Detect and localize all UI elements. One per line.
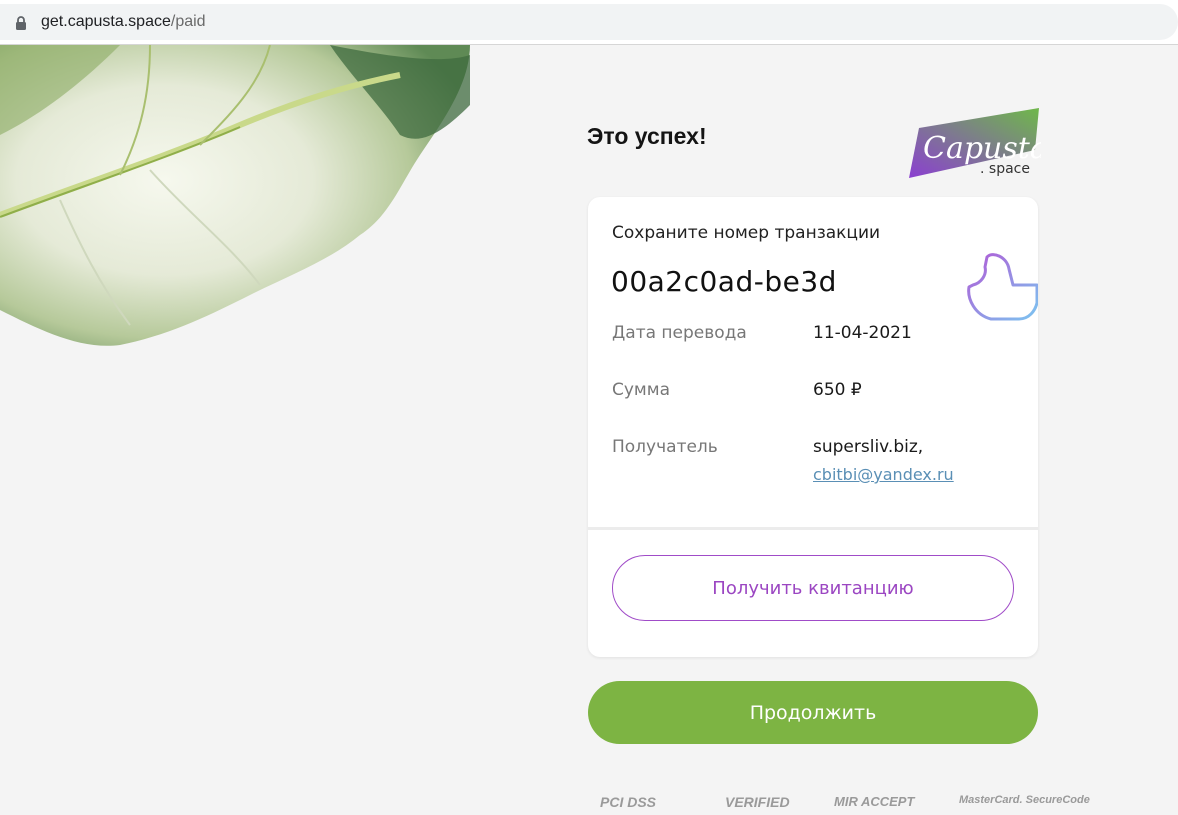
lock-icon[interactable]: [14, 15, 28, 31]
mastercard-securecode-badge: MasterCard. SecureCode: [959, 794, 1090, 806]
url-field[interactable]: get.capusta.space/paid: [0, 4, 1178, 40]
mir-accept-badge: MIR ACCEPT: [834, 794, 915, 809]
get-receipt-button[interactable]: Получить квитанцию: [612, 555, 1014, 621]
page-title: Это успех!: [587, 123, 707, 149]
thumbs-up-icon: [967, 253, 1038, 321]
url-path: /paid: [170, 13, 206, 30]
save-transaction-label: Сохраните номер транзакции: [612, 223, 881, 243]
recipient-email-link[interactable]: cbitbi@yandex.ru: [813, 465, 954, 484]
logo-suffix: . space: [980, 161, 1030, 177]
transaction-card: Сохраните номер транзакции 00a2c0ad-be3d…: [588, 197, 1038, 657]
url-text[interactable]: get.capusta.space/paid: [41, 13, 206, 31]
cabbage-leaf-image: [0, 45, 470, 346]
recipient-label: Получатель: [612, 437, 718, 457]
card-divider: [588, 527, 1038, 530]
amount-value: 650 ₽: [813, 380, 862, 400]
recipient-value: supersliv.biz,: [813, 437, 924, 457]
amount-label: Сумма: [612, 380, 670, 400]
continue-button[interactable]: Продолжить: [588, 681, 1038, 744]
browser-address-bar: get.capusta.space/paid: [0, 0, 1178, 45]
transaction-id: 00a2c0ad-be3d: [611, 265, 837, 298]
payment-badges: PCI DSS VERIFIED MIR ACCEPT MasterCard. …: [598, 790, 1090, 815]
transfer-date-label: Дата перевода: [612, 323, 747, 343]
url-host: get.capusta.space: [41, 13, 171, 30]
transfer-date-value: 11-04-2021: [813, 323, 912, 343]
verified-badge: VERIFIED: [725, 794, 790, 810]
pci-dss-badge: PCI DSS: [600, 794, 657, 810]
